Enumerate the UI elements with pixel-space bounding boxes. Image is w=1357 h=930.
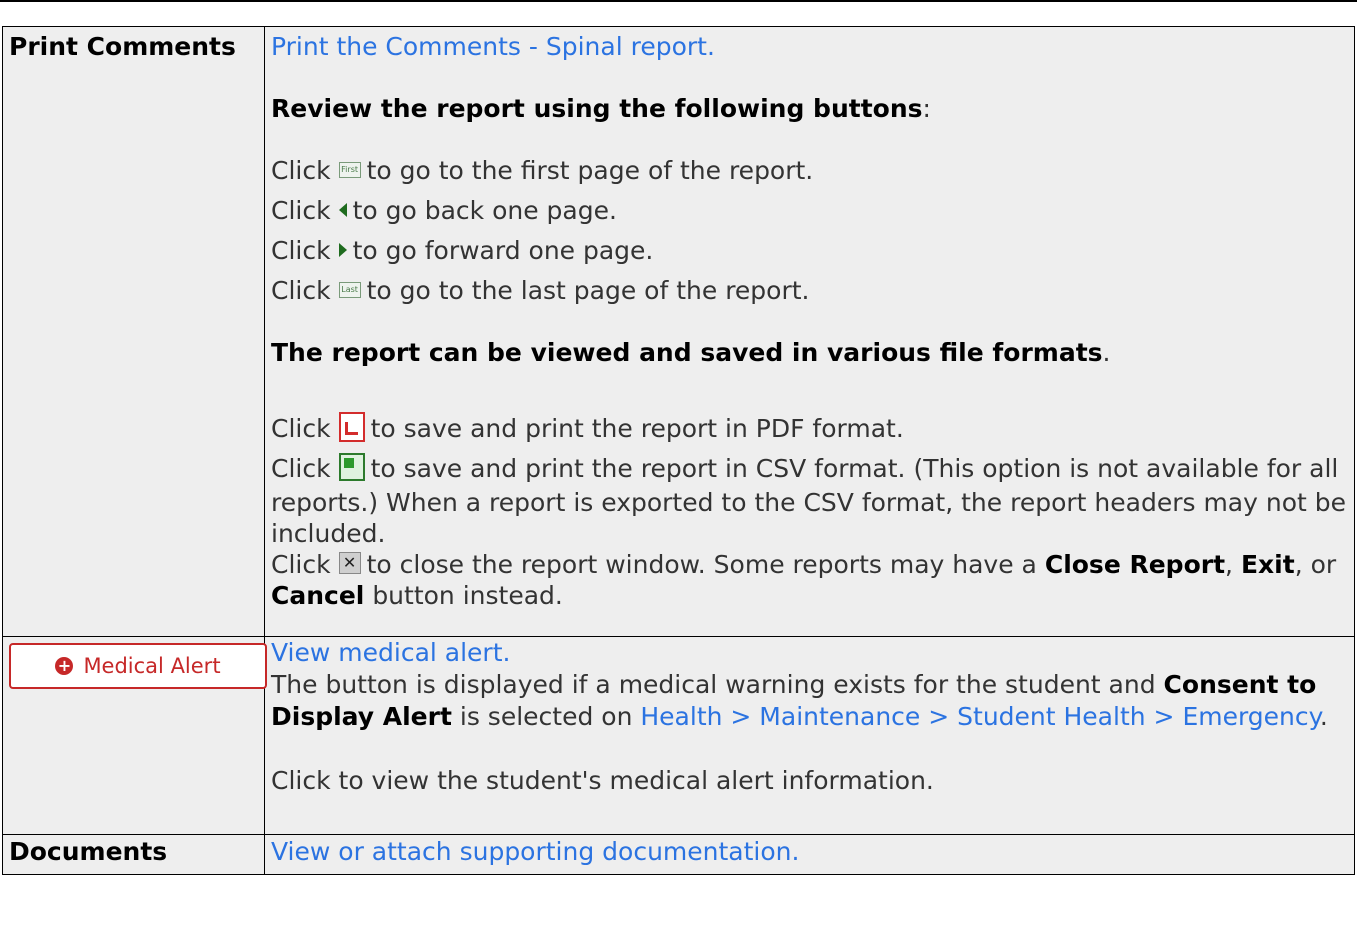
field-cell: Print Comments: [2, 26, 265, 637]
table-row: + Medical Alert View medical alert. The b…: [2, 636, 1355, 835]
last-page-icon: Last: [338, 282, 361, 298]
medical-alert-click-text: Click to view the student's medical aler…: [271, 766, 934, 795]
formats-heading: The report can be viewed and saved in va…: [271, 338, 1103, 367]
close-icon: ✕: [338, 552, 361, 574]
formats-heading-line: The report can be viewed and saved in va…: [271, 338, 1111, 367]
first-page-icon: First: [338, 162, 361, 178]
description-cell: View medical alert. The button is displa…: [264, 636, 1355, 835]
pdf-line: Click to save and print the report in PDF…: [271, 412, 904, 443]
print-report-link[interactable]: Print the Comments - Spinal report.: [271, 27, 1348, 67]
close-line: Click ✕ to close the report window. Some r…: [271, 550, 1337, 610]
table-row: Print Comments Print the Comments - Spin…: [2, 26, 1355, 637]
table-row: Documents View or attach supporting docu…: [2, 834, 1355, 875]
next-page-icon: [338, 243, 347, 257]
csv-icon: [338, 453, 365, 481]
pdf-icon: [338, 412, 365, 442]
description-cell: View or attach supporting documentation.: [264, 834, 1355, 875]
last-page-line: Click Last to go to the last page of the r…: [271, 276, 810, 305]
documents-link[interactable]: View or attach supporting documentation.: [271, 835, 1348, 869]
field-cell: + Medical Alert: [2, 636, 267, 835]
field-header-documents: Documents: [9, 837, 168, 866]
review-heading-line: Review the report using the following bu…: [271, 94, 931, 123]
csv-line: Click to save and print the report in CSV…: [271, 453, 1346, 548]
first-page-line: Click First to go to the first page of the…: [271, 156, 814, 185]
next-page-line: Click to go forward one page.: [271, 236, 654, 265]
previous-page-line: Click to go back one page.: [271, 196, 617, 225]
top-rule: [0, 0, 1357, 2]
field-cell: Documents: [2, 834, 265, 875]
view-medical-alert-link[interactable]: View medical alert.: [271, 637, 1348, 669]
emergency-path-link[interactable]: Health > Maintenance > Student Health > …: [640, 702, 1320, 731]
description-cell: Print the Comments - Spinal report. Revi…: [264, 26, 1355, 637]
medical-alert-description: The button is displayed if a medical war…: [271, 670, 1328, 731]
review-heading: Review the report using the following bu…: [271, 94, 923, 123]
help-table: Print Comments Print the Comments - Spin…: [2, 26, 1355, 875]
previous-page-icon: [338, 203, 347, 217]
medical-alert-button[interactable]: + Medical Alert: [9, 643, 267, 689]
field-header-print-comments: Print Comments: [9, 32, 236, 61]
plus-circle-icon: +: [55, 657, 74, 675]
